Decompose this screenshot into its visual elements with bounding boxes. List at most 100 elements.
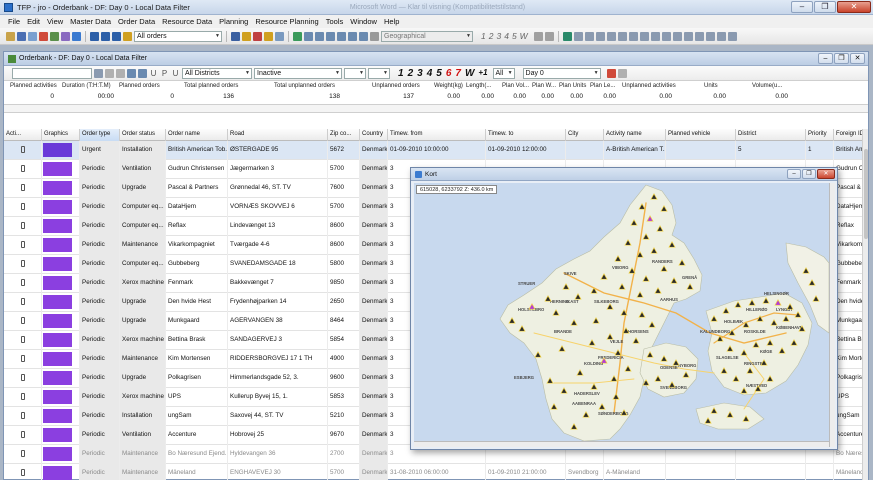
delete-icon[interactable] [39, 31, 48, 41]
map-vertical-scrollbar[interactable] [829, 183, 835, 447]
column-header[interactable]: Timew. from [388, 129, 486, 141]
active-checkbox[interactable] [20, 297, 25, 305]
day-3-button[interactable]: 3 [496, 31, 501, 41]
column-header[interactable]: Zip co... [328, 129, 360, 141]
split-icon[interactable] [101, 31, 110, 41]
folder-icon[interactable] [264, 31, 273, 41]
back-icon[interactable] [348, 31, 357, 41]
vehicle-icon[interactable] [231, 31, 240, 41]
column-header[interactable]: Acti... [4, 129, 42, 141]
menu-file[interactable]: File [8, 17, 20, 26]
column-header[interactable]: Order name [166, 129, 228, 141]
active-checkbox[interactable] [20, 430, 25, 438]
active-checkbox[interactable] [20, 240, 25, 248]
column-header[interactable]: Order type [80, 129, 120, 141]
zoom-in-icon[interactable] [573, 31, 583, 41]
pan-down-icon[interactable] [628, 31, 638, 41]
search-icon[interactable] [94, 68, 103, 78]
prev-icon[interactable] [533, 31, 543, 41]
column-header[interactable]: Timew. to [486, 129, 566, 141]
active-checkbox[interactable] [20, 354, 25, 362]
menu-edit[interactable]: Edit [27, 17, 40, 26]
filter-day-2[interactable]: 2 [408, 68, 414, 79]
pan-icon[interactable] [606, 31, 616, 41]
settings-icon[interactable] [705, 31, 715, 41]
spin-from[interactable] [344, 67, 366, 79]
pan-up-icon[interactable] [617, 31, 627, 41]
search-input[interactable] [12, 67, 92, 79]
active-checkbox[interactable] [20, 278, 25, 286]
map-minimize-button[interactable]: – [787, 169, 801, 179]
info-icon[interactable] [716, 31, 726, 41]
hand-icon[interactable] [661, 31, 671, 41]
column-header[interactable]: Foreign ID [834, 129, 864, 141]
next-icon[interactable] [544, 31, 554, 41]
map-mode-combo[interactable]: Geographical [381, 30, 473, 42]
list-icon[interactable] [116, 68, 125, 78]
day-2-button[interactable]: 2 [489, 31, 494, 41]
measure-icon[interactable] [683, 31, 693, 41]
grid-scrollbar-thumb[interactable] [864, 149, 868, 239]
filter-icon[interactable] [123, 31, 132, 41]
active-checkbox[interactable] [20, 145, 25, 153]
print-icon[interactable] [694, 31, 704, 41]
map-close-button[interactable]: ✕ [817, 169, 835, 179]
active-checkbox[interactable] [20, 164, 25, 172]
day-combo[interactable]: Day 0 [522, 67, 601, 79]
active-checkbox[interactable] [20, 183, 25, 191]
active-checkbox[interactable] [20, 373, 25, 381]
active-checkbox[interactable] [20, 335, 25, 343]
move-down-icon[interactable] [315, 31, 324, 41]
column-header[interactable]: Country [360, 129, 388, 141]
grid-icon[interactable] [72, 31, 81, 41]
menu-help[interactable]: Help [384, 17, 399, 26]
filter-u2-button[interactable]: U [171, 69, 180, 78]
open-icon[interactable] [6, 31, 15, 41]
column-header[interactable]: Planned vehicle [666, 129, 736, 141]
report-icon[interactable] [61, 31, 70, 41]
grid-scrollbar[interactable] [862, 129, 868, 480]
send-icon[interactable] [275, 31, 284, 41]
close-button[interactable]: ✕ [837, 1, 871, 13]
help-icon[interactable] [727, 31, 737, 41]
menu-view[interactable]: View [47, 17, 63, 26]
copy-icon[interactable] [28, 31, 37, 41]
filter-day-3[interactable]: 3 [417, 68, 423, 79]
active-checkbox[interactable] [20, 316, 25, 324]
zoom-out-icon[interactable] [584, 31, 594, 41]
column-header[interactable]: Road [228, 129, 328, 141]
move-left-icon[interactable] [326, 31, 335, 41]
day-5-button[interactable]: 5 [512, 31, 517, 41]
menu-planning[interactable]: Planning [219, 17, 248, 26]
active-checkbox[interactable] [20, 202, 25, 210]
filter-week[interactable]: W [465, 68, 474, 79]
column-header[interactable]: Graphics [42, 129, 80, 141]
week-button[interactable]: W [520, 31, 528, 41]
map-icon[interactable] [562, 31, 572, 41]
move-up-icon[interactable] [304, 31, 313, 41]
filter-options-icon[interactable] [617, 68, 627, 78]
filter-day-7[interactable]: 7 [455, 68, 461, 79]
orderbank-minimize-button[interactable]: – [818, 53, 833, 64]
pan-right-icon[interactable] [650, 31, 660, 41]
filter-day-4[interactable]: 4 [427, 68, 433, 79]
find-icon[interactable] [127, 68, 136, 78]
truck-icon[interactable] [242, 31, 251, 41]
move-right-icon[interactable] [337, 31, 346, 41]
zoom-area-icon[interactable] [595, 31, 605, 41]
forward-icon[interactable] [359, 31, 368, 41]
status-combo[interactable]: Inactive [254, 67, 342, 79]
table-row[interactable]: Periodic Maintenance Mäneland ENGHAVEVEJ 30… [4, 464, 864, 480]
fit-icon[interactable] [370, 31, 379, 41]
orders-combo[interactable]: All orders [134, 30, 222, 42]
column-header[interactable]: Order status [120, 129, 166, 141]
save-icon[interactable] [17, 31, 26, 41]
sort-icon[interactable] [138, 68, 147, 78]
spin-to[interactable] [368, 67, 390, 79]
filter-p-button[interactable]: P [160, 69, 169, 78]
minimize-button[interactable]: – [791, 1, 813, 13]
menu-resource-planning[interactable]: Resource Planning [255, 17, 318, 26]
map-canvas[interactable]: 615028, 6233792 Z: 436.0 km VIBORG RANDE… [414, 183, 835, 447]
orderbank-restore-button[interactable]: ❐ [834, 53, 849, 64]
menu-order-data[interactable]: Order Data [118, 17, 155, 26]
